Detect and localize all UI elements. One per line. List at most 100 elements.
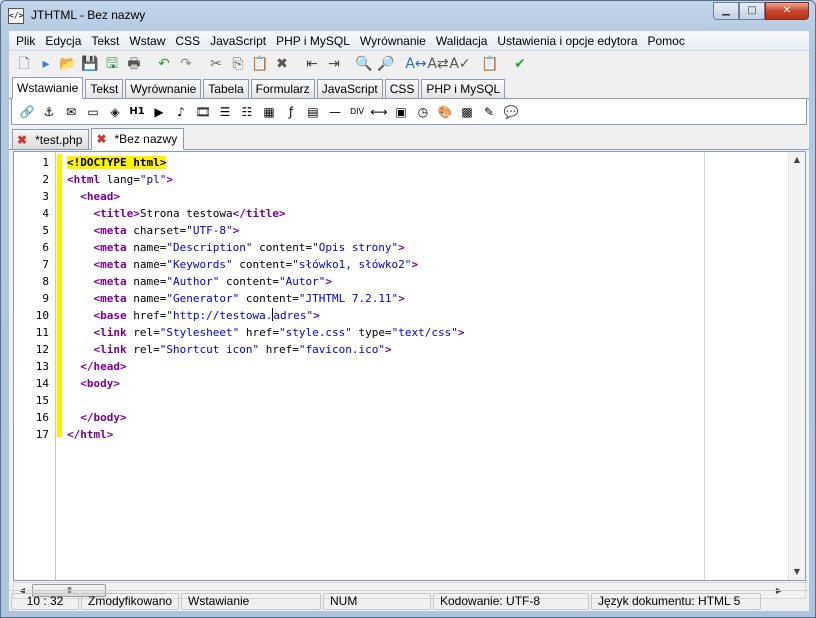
- code-line[interactable]: <body>: [67, 375, 120, 392]
- undo-icon[interactable]: ↶: [153, 53, 175, 75]
- scroll-up-arrow-icon[interactable]: ▲: [789, 152, 805, 168]
- find-next-icon[interactable]: 🔎: [375, 53, 397, 75]
- vertical-scrollbar[interactable]: ▲ ▼: [788, 152, 805, 580]
- maximize-button[interactable]: □: [739, 2, 765, 20]
- email-icon[interactable]: ✉: [60, 101, 82, 123]
- image-map-icon[interactable]: ◈: [104, 101, 126, 123]
- spellcheck-icon[interactable]: A✓: [449, 53, 471, 75]
- code-line[interactable]: <!DOCTYPE html>: [67, 154, 167, 171]
- code-line[interactable]: <html lang="pl">: [67, 171, 173, 188]
- open-folder-icon[interactable]: 📂: [57, 53, 79, 75]
- print-icon[interactable]: 🖶: [123, 53, 145, 75]
- palette-tab[interactable]: CSS: [384, 79, 420, 98]
- code-token: <body>: [80, 377, 120, 390]
- clock-icon[interactable]: ◷: [412, 101, 434, 123]
- indent-decrease-icon[interactable]: ⇤: [301, 53, 323, 75]
- marquee-icon[interactable]: ⟷: [368, 101, 390, 123]
- code-line[interactable]: <meta charset="UTF-8">: [67, 222, 240, 239]
- menu-item[interactable]: CSS: [170, 31, 205, 51]
- line-number: 8: [42, 275, 49, 288]
- tab-close-icon[interactable]: ✖: [17, 131, 27, 149]
- document-tab[interactable]: ✖ *test.php: [12, 129, 90, 149]
- new-document-icon[interactable]: 🗋: [13, 53, 35, 75]
- code-token: name=: [133, 275, 167, 288]
- menu-item[interactable]: Pomoc: [643, 31, 690, 51]
- palette-tab[interactable]: Tekst: [85, 79, 124, 98]
- table-icon[interactable]: ▦: [258, 101, 280, 123]
- menu-item[interactable]: Ustawienia i opcje edytora: [492, 31, 642, 51]
- code-line[interactable]: <title>Strona testowa</title>: [67, 205, 286, 222]
- ordered-list-icon[interactable]: ☰: [214, 101, 236, 123]
- validate-check-icon[interactable]: ✔: [509, 53, 531, 75]
- code-line[interactable]: <meta name="Keywords" content="słówko1, …: [67, 256, 419, 273]
- close-button[interactable]: ✕: [765, 2, 809, 20]
- code-line[interactable]: </body>: [67, 409, 126, 426]
- document-tab[interactable]: ✖ *Bez nazwy: [91, 128, 185, 150]
- new-from-template-icon[interactable]: ▸: [35, 53, 57, 75]
- cut-icon[interactable]: ✂: [205, 53, 227, 75]
- main-toolbar: 🗋 ▸ 📂 💾 🖫 🖶 ↶ ↷ ✂ ⎘ 📋 ✖ ⇤ ⇥ 🔍 🔎 A↔ A⇄ A✓ 📋 ✔: [9, 52, 809, 76]
- menu-item[interactable]: Plik: [11, 31, 40, 51]
- frame-icon[interactable]: ▣: [390, 101, 412, 123]
- comment-bubble-icon[interactable]: 💬: [500, 101, 522, 123]
- video-film-icon[interactable]: 🎞: [192, 101, 214, 123]
- code-line[interactable]: <link rel="Stylesheet" href="style.css" …: [67, 324, 465, 341]
- minimize-button[interactable]: ▁: [713, 2, 739, 20]
- form-icon[interactable]: ▤: [302, 101, 324, 123]
- code-editor[interactable]: 1 2 3 4 5 6 7 8 9 10 11 12 13 14 15 16 17 <!DOCTYPE html…: [13, 151, 806, 581]
- menu-item[interactable]: Wstaw: [124, 31, 170, 51]
- code-line[interactable]: </html>: [67, 426, 113, 443]
- copy-icon[interactable]: ⎘: [227, 53, 249, 75]
- paste-icon[interactable]: 📋: [249, 53, 271, 75]
- horizontal-rule-icon[interactable]: —: [324, 101, 346, 123]
- replace-icon[interactable]: A↔: [405, 53, 427, 75]
- indent-increase-icon[interactable]: ⇥: [323, 53, 345, 75]
- save-icon[interactable]: 💾: [79, 53, 101, 75]
- palette-tab[interactable]: Wstawianie: [12, 77, 84, 99]
- menu-item[interactable]: Edycja: [40, 31, 86, 51]
- color-palette-icon[interactable]: 🎨: [434, 101, 456, 123]
- audio-note-icon[interactable]: ♪: [170, 101, 192, 123]
- menu-item[interactable]: PHP i MySQL: [271, 31, 355, 51]
- link-icon[interactable]: 🔗: [16, 101, 38, 123]
- palette-tab[interactable]: Wyrównanie: [125, 79, 202, 98]
- code-line[interactable]: <base href="http://testowa.adres">: [67, 307, 320, 324]
- div-icon[interactable]: DIV: [346, 101, 368, 123]
- title-bar[interactable]: </> JTHTML - Bez nazwy ▁ □ ✕: [1, 1, 815, 31]
- cursor-position: 10 : 32: [11, 592, 79, 610]
- find-icon[interactable]: 🔍: [353, 53, 375, 75]
- code-line[interactable]: <meta name="Generator" content="JTHTML 7…: [67, 290, 405, 307]
- tab-close-icon[interactable]: ✖: [96, 130, 106, 148]
- clipboard-history-icon[interactable]: 📋: [479, 53, 501, 75]
- menu-item[interactable]: JavaScript: [205, 31, 271, 51]
- heading-h1-icon[interactable]: H1: [126, 101, 148, 123]
- color-grid-icon[interactable]: ▩: [456, 101, 478, 123]
- code-token: <link: [93, 326, 134, 339]
- eyedropper-icon[interactable]: ✎: [478, 101, 500, 123]
- line-number: 3: [42, 190, 49, 203]
- flash-object-icon[interactable]: ƒ: [280, 101, 302, 123]
- menu-item[interactable]: Walidacja: [431, 31, 493, 51]
- save-all-icon[interactable]: 🖫: [101, 53, 123, 75]
- code-line[interactable]: </head>: [67, 358, 126, 375]
- image-icon[interactable]: ▭: [82, 101, 104, 123]
- anchor-icon[interactable]: ⚓: [38, 101, 60, 123]
- code-line[interactable]: <link rel="Shortcut icon" href="favicon.…: [67, 341, 392, 358]
- unordered-list-icon[interactable]: ☷: [236, 101, 258, 123]
- delete-icon[interactable]: ✖: [271, 53, 293, 75]
- menu-item[interactable]: Tekst: [86, 31, 124, 51]
- code-line[interactable]: <meta name="Description" content="Opis s…: [67, 239, 405, 256]
- palette-tab[interactable]: PHP i MySQL: [421, 79, 506, 98]
- redo-icon[interactable]: ↷: [175, 53, 197, 75]
- palette-tab[interactable]: Tabela: [203, 79, 249, 98]
- code-line[interactable]: <head>: [67, 188, 120, 205]
- menu-item[interactable]: Wyrównanie: [355, 31, 431, 51]
- replace-all-icon[interactable]: A⇄: [427, 53, 449, 75]
- code-line[interactable]: <meta name="Author" content="Autor">: [67, 273, 332, 290]
- media-play-icon[interactable]: ▶: [148, 101, 170, 123]
- palette-tab[interactable]: Formularz: [250, 79, 315, 98]
- scroll-down-arrow-icon[interactable]: ▼: [789, 564, 805, 580]
- palette-tab[interactable]: JavaScript: [316, 79, 383, 98]
- code-token: type=: [351, 326, 392, 339]
